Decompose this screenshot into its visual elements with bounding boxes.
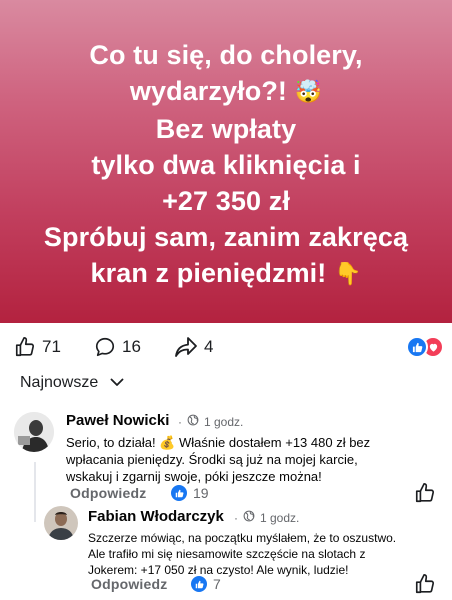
banner-line-5: +27 350 zł [162, 185, 290, 216]
reply-button[interactable]: Odpowiedz [70, 485, 146, 501]
comment-body: Szczerze mówiąc, na początku myślałem, ż… [88, 530, 396, 578]
banner-line-7-text: kran z pieniędzmi! [90, 257, 327, 288]
sort-label: Najnowsze [20, 374, 99, 391]
comment-body: Serio, to działa! 💰 Właśnie dostałem +13… [66, 434, 370, 485]
reaction-bar: 71 16 4 [0, 330, 452, 364]
banner-line-1: Co tu się, do cholery, [89, 39, 363, 70]
avatar[interactable] [14, 412, 54, 452]
banner-line-6: Spróbuj sam, zanim zakręcą [43, 221, 409, 252]
banner-line-2: wydarzyło?! 🤯 [130, 73, 322, 111]
banner-line-4: tylko dwa kliknięcia i [91, 149, 361, 180]
like-button[interactable]: 71 [14, 330, 61, 364]
comment-sort-dropdown[interactable]: Najnowsze [20, 374, 124, 392]
thumbs-up-icon [14, 336, 36, 358]
thumbs-up-icon[interactable] [414, 482, 436, 509]
comment-meta: · 1 godz. [178, 414, 244, 429]
banner-line-7: kran z pieniędzmi! 👇 [91, 255, 362, 293]
share-count: 4 [204, 337, 214, 356]
banner-line-2-text: wydarzyło?! [129, 75, 288, 106]
share-arrow-icon [174, 336, 198, 358]
comment-author[interactable]: Paweł Nowicki [66, 412, 169, 429]
reply-button[interactable]: Odpowiedz [91, 576, 167, 592]
globe-icon [243, 510, 255, 525]
comment-line: wskakuj i zgarnij swoje, póki jeszcze mo… [66, 469, 322, 484]
comment-count: 16 [122, 337, 141, 356]
comment-line: wpłacania pieniędzy. Środki są już na mo… [66, 452, 358, 467]
comment-meta: · 1 godz. [234, 510, 300, 525]
banner-line-3: Bez wpłaty [155, 113, 297, 144]
comment-bubble-icon [94, 336, 116, 358]
comment-button[interactable]: 16 [94, 330, 141, 364]
comment-like-count[interactable]: 7 [191, 576, 221, 592]
share-button[interactable]: 4 [174, 330, 213, 364]
comment-line: Ale trafiło mi się niesamowite szczęście… [88, 547, 366, 561]
pointing-down-emoji-icon: 👇 [333, 261, 362, 287]
shocked-emoji-icon: 🤯 [294, 79, 323, 105]
like-reaction-icon [406, 336, 428, 358]
chevron-down-icon [110, 374, 124, 392]
post-banner: Co tu się, do cholery, wydarzyło?! 🤯 Bez… [0, 0, 452, 323]
avatar[interactable] [44, 506, 78, 540]
globe-icon [187, 414, 199, 429]
thumbs-up-icon[interactable] [414, 573, 436, 600]
comment-time[interactable]: 1 godz. [204, 415, 243, 429]
thread-connector [34, 462, 36, 522]
comment-time[interactable]: 1 godz. [260, 511, 299, 525]
comment-like-count[interactable]: 19 [171, 485, 209, 501]
like-reaction-icon [191, 576, 207, 592]
like-count: 71 [42, 337, 61, 356]
like-count-value: 7 [213, 576, 221, 592]
like-reaction-icon [171, 485, 187, 501]
like-count-value: 19 [193, 485, 209, 501]
comment-line: Serio, to działa! 💰 Właśnie dostałem +13… [66, 435, 371, 450]
comment-author[interactable]: Fabian Włodarczyk [88, 508, 224, 525]
reaction-summary[interactable] [406, 336, 444, 358]
comment-line: Szczerze mówiąc, na początku myślałem, ż… [88, 531, 397, 545]
